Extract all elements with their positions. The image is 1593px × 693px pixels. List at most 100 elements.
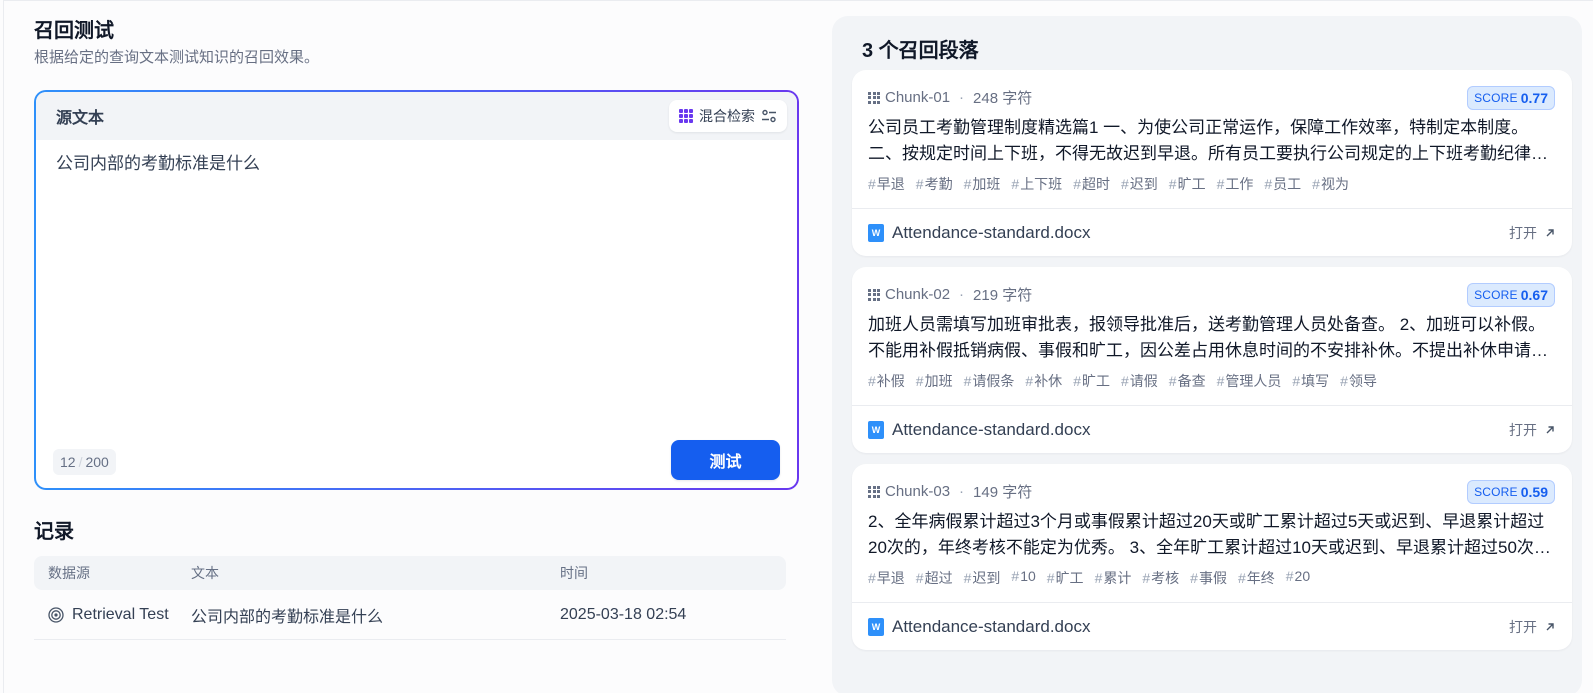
chunk-id: Chunk-01 xyxy=(885,89,951,106)
chunk-id: Chunk-03 xyxy=(885,483,951,500)
target-icon xyxy=(48,606,64,623)
keyword-tag: #考核 xyxy=(1142,570,1180,586)
results-title: 3 个召回段落 xyxy=(862,40,979,62)
file-name: Attendance-standard.docx xyxy=(892,616,1091,636)
score-label: SCORE xyxy=(1474,288,1518,302)
chunk-body: Chunk-02 · 219 字符 SCORE 0.67 加班人员需填写加班审批… xyxy=(852,267,1572,405)
source-file: W Attendance-standard.docx xyxy=(868,223,1090,243)
open-document-link[interactable]: 打开 xyxy=(1509,223,1556,243)
chunk-footer: W Attendance-standard.docx 打开 xyxy=(852,405,1572,453)
meta-separator: · xyxy=(959,286,965,303)
records-title: 记录 xyxy=(34,521,74,543)
score-label: SCORE xyxy=(1474,91,1518,105)
source-text-card: 源文本 混合检索 公司内部的考勤标准是什么 12 / 200 测试 xyxy=(34,90,799,490)
source-file: W Attendance-standard.docx xyxy=(868,617,1090,637)
keyword-tag: #补休 xyxy=(1025,373,1063,389)
chunk-meta: Chunk-03 · 149 字符 xyxy=(868,481,1032,502)
chunk-card[interactable]: Chunk-01 · 248 字符 SCORE 0.77 公司员工考勤管理制度精… xyxy=(852,70,1572,256)
chunk-char-count: 149 字符 xyxy=(973,484,1033,501)
keyword-tag: #视为 xyxy=(1312,176,1349,192)
source-text-header: 源文本 混合检索 xyxy=(36,92,797,140)
source-file: W Attendance-standard.docx xyxy=(868,420,1090,440)
keyword-tag: #考勤 xyxy=(915,176,953,192)
char-counter: 12 / 200 xyxy=(53,449,116,475)
drag-dots-icon xyxy=(868,485,880,498)
char-count-max: 200 xyxy=(85,454,109,470)
chunk-char-count: 219 字符 xyxy=(973,287,1033,304)
keyword-tag: #迟到 xyxy=(963,570,1001,586)
keyword-tag: #备查 xyxy=(1168,373,1206,389)
chunk-footer: W Attendance-standard.docx 打开 xyxy=(852,208,1572,256)
table-row[interactable]: Retrieval Test 公司内部的考勤标准是什么 2025-03-18 0… xyxy=(34,590,786,640)
score-value: 0.77 xyxy=(1520,90,1548,106)
file-name: Attendance-standard.docx xyxy=(892,222,1091,242)
keyword-tag: #请假 xyxy=(1120,373,1158,389)
page-subtitle: 根据给定的查询文本测试知识的召回效果。 xyxy=(34,49,320,66)
keyword-tag: #超时 xyxy=(1073,176,1110,192)
keyword-tag: #领导 xyxy=(1340,373,1377,389)
arrow-up-right-icon xyxy=(1546,228,1554,236)
keyword-tag: #早退 xyxy=(868,176,905,192)
drag-dots-icon xyxy=(868,91,880,104)
keyword-tag: #早退 xyxy=(868,570,905,586)
keyword-tag: #年终 xyxy=(1237,570,1275,586)
chunk-content: 公司员工考勤管理制度精选篇1 一、为使公司正常运作，保障工作效率，特制定本制度。… xyxy=(868,118,1548,163)
record-source-label: Retrieval Test xyxy=(72,605,169,623)
test-button[interactable]: 测试 xyxy=(671,440,780,480)
record-time: 2025-03-18 02:54 xyxy=(560,605,687,623)
open-label: 打开 xyxy=(1509,618,1537,635)
chunk-body: Chunk-01 · 248 字符 SCORE 0.77 公司员工考勤管理制度精… xyxy=(852,70,1572,208)
keyword-tag: #员工 xyxy=(1264,176,1302,192)
records-table: 数据源 文本 时间 Retrieval Test 公司内部的考勤标准是什么 20… xyxy=(34,556,786,640)
settings-sliders-icon xyxy=(762,109,776,123)
page-title: 召回测试 xyxy=(34,20,114,42)
score-value: 0.59 xyxy=(1520,484,1548,500)
record-text: 公司内部的考勤标准是什么 xyxy=(191,608,384,626)
chunk-content: 加班人员需填写加班审批表，报领导批准后，送考勤管理人员处备查。 2、加班可以补假… xyxy=(868,315,1548,360)
keyword-tag: #填写 xyxy=(1292,373,1330,389)
records-table-header: 数据源 文本 时间 xyxy=(34,556,786,590)
chunk-meta: Chunk-01 · 248 字符 xyxy=(868,87,1032,108)
keyword-tag: #加班 xyxy=(915,373,953,389)
chunk-char-count: 248 字符 xyxy=(973,90,1033,107)
query-textarea[interactable]: 公司内部的考勤标准是什么 xyxy=(36,140,797,188)
chunk-content: 2、全年病假累计超过3个月或事假累计超过20天或旷工累计超过5天或迟到、早退累计… xyxy=(868,512,1545,557)
chunk-card[interactable]: Chunk-03 · 149 字符 SCORE 0.59 2、全年病假累计超过3… xyxy=(852,464,1572,650)
keyword-tag: #上下班 xyxy=(1011,176,1063,192)
chunk-id: Chunk-02 xyxy=(885,286,951,303)
chunk-keywords: #早退 #超过 #迟到 #10 #旷工 #累计 #考核 #事假 #年终 #20 xyxy=(868,568,1310,588)
source-text-label: 源文本 xyxy=(56,110,105,127)
open-label: 打开 xyxy=(1509,224,1537,241)
chunk-card[interactable]: Chunk-02 · 219 字符 SCORE 0.67 加班人员需填写加班审批… xyxy=(852,267,1572,453)
drag-dots-icon xyxy=(868,288,880,301)
docx-file-icon: W xyxy=(868,617,884,636)
meta-separator: · xyxy=(959,89,965,106)
arrow-up-right-icon xyxy=(1546,425,1554,433)
docx-file-icon: W xyxy=(868,420,884,439)
open-document-link[interactable]: 打开 xyxy=(1509,420,1556,440)
file-name: Attendance-standard.docx xyxy=(892,419,1091,439)
chunk-keywords: #早退 #考勤 #加班 #上下班 #超时 #迟到 #旷工 #工作 #员工 #视为 xyxy=(868,174,1349,194)
keyword-tag: #旷工 xyxy=(1046,570,1084,586)
keyword-tag: #旷工 xyxy=(1073,373,1110,389)
chunk-body: Chunk-03 · 149 字符 SCORE 0.59 2、全年病假累计超过3… xyxy=(852,464,1572,602)
keyword-tag: #事假 xyxy=(1190,570,1227,586)
docx-file-icon: W xyxy=(868,223,884,242)
keyword-tag: #请假条 xyxy=(963,373,1015,389)
open-document-link[interactable]: 打开 xyxy=(1509,617,1556,637)
column-header-text: 文本 xyxy=(191,565,219,581)
char-count-value: 12 xyxy=(60,454,76,470)
results-panel: 3 个召回段落 Chunk-01 · 248 字符 SCORE 0.77 公司员… xyxy=(832,16,1582,693)
chunk-keywords: #补假 #加班 #请假条 #补休 #旷工 #请假 #备查 #管理人员 #填写 #… xyxy=(868,371,1377,391)
score-badge: SCORE 0.59 xyxy=(1467,480,1555,504)
keyword-tag: #20 xyxy=(1285,568,1311,584)
keyword-tag: #管理人员 xyxy=(1216,373,1282,389)
open-label: 打开 xyxy=(1509,421,1537,438)
keyword-tag: #超过 xyxy=(915,570,953,586)
keyword-tag: #加班 xyxy=(963,176,1001,192)
column-header-time: 时间 xyxy=(560,565,588,581)
arrow-up-right-icon xyxy=(1546,622,1554,630)
score-badge: SCORE 0.67 xyxy=(1467,283,1555,307)
retrieval-mode-button[interactable]: 混合检索 xyxy=(669,100,787,132)
grid-icon xyxy=(679,109,693,123)
